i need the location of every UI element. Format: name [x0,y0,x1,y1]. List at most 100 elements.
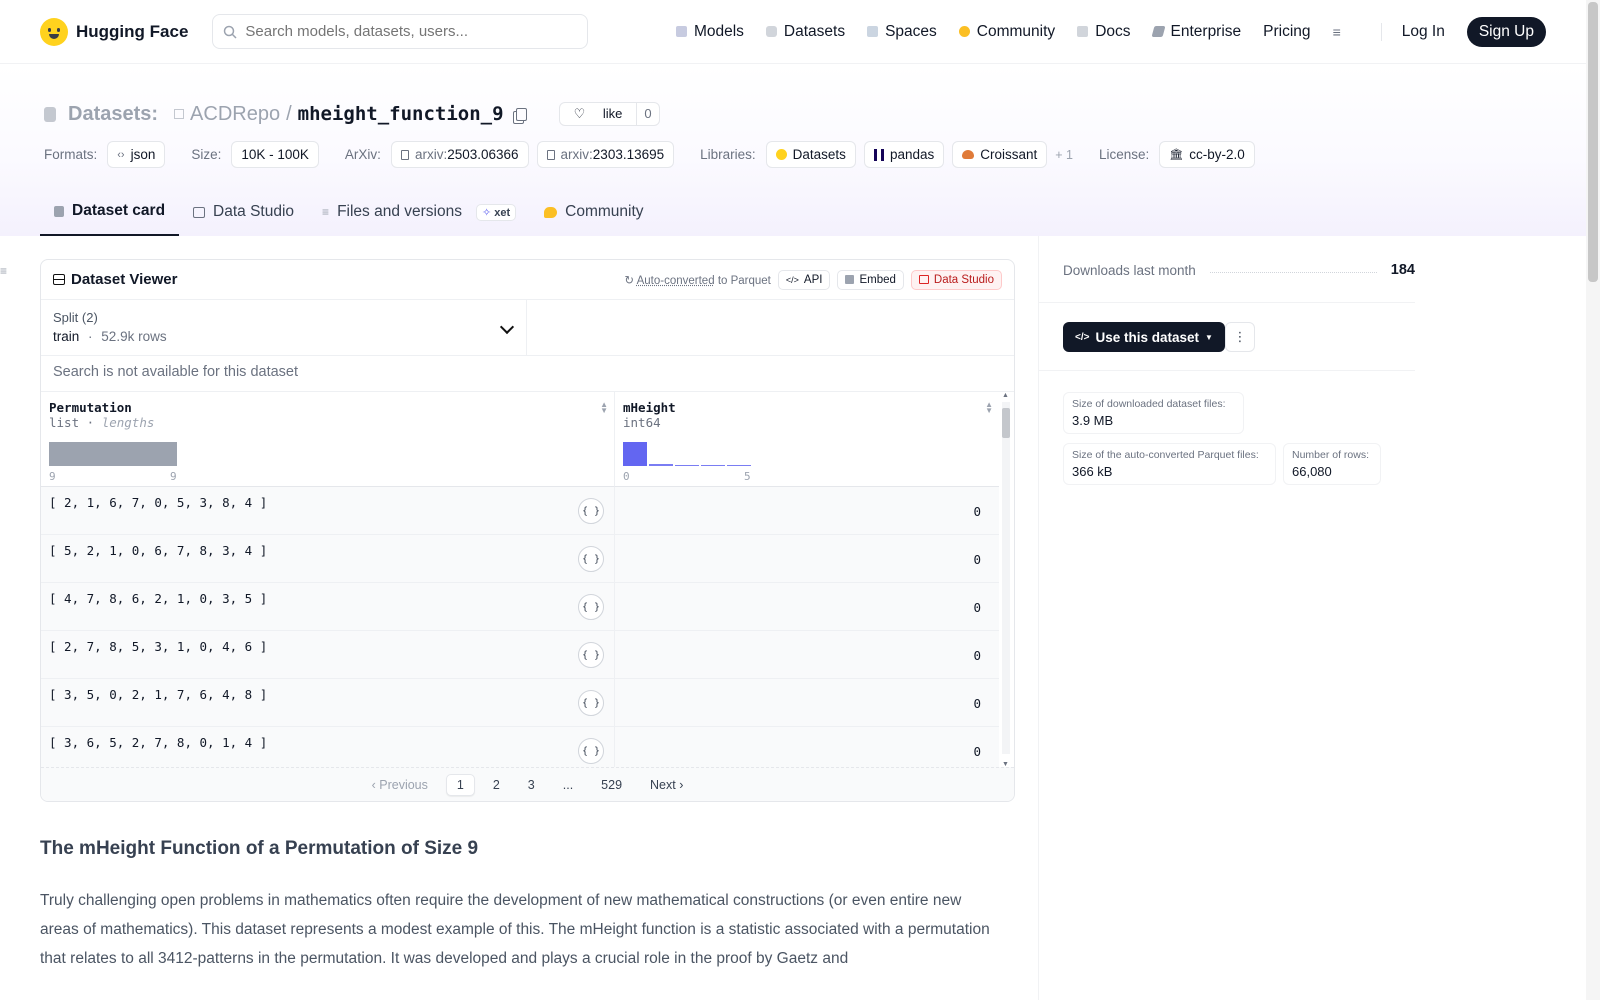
histogram-bar[interactable] [623,442,647,466]
brand-logo-link[interactable]: Hugging Face [40,17,188,46]
histogram-bar[interactable] [675,465,699,466]
dataset-card-content: The mHeight Function of a Permutation of… [40,838,990,973]
table-row[interactable]: [ 5, 2, 1, 0, 6, 7, 8, 3, 4 ] { } 0 [41,535,999,583]
arxiv-tag-1[interactable]: arxiv: 2503.06366 [390,141,529,168]
cell-mheight[interactable]: 0 [973,504,981,519]
viewer-header: Dataset Viewer ↻ Auto-converted to Parqu… [41,260,1014,300]
json-view-icon[interactable]: { } [578,594,604,620]
search-box[interactable] [212,14,589,49]
nav-enterprise[interactable]: Enterprise [1151,23,1241,41]
like-button[interactable]: ♡ like 0 [558,102,660,126]
sort-icon[interactable]: ▲ ▼ [600,401,608,415]
table-row[interactable]: [ 3, 6, 5, 2, 7, 8, 0, 1, 4 ] { } 0 [41,727,999,768]
table-row[interactable]: [ 3, 5, 0, 2, 1, 7, 6, 4, 8 ] { } 0 [41,679,999,727]
cell-permutation[interactable]: [ 3, 5, 0, 2, 1, 7, 6, 4, 8 ] { } [41,679,615,726]
table-row[interactable]: [ 2, 7, 8, 5, 3, 1, 0, 4, 6 ] { } 0 [41,631,999,679]
tab-data-studio[interactable]: Data Studio [179,188,308,236]
histogram-bar[interactable] [649,464,673,466]
page-scrollbar[interactable] [1586,0,1600,1000]
library-croissant-tag[interactable]: Croissant [952,141,1048,168]
data-studio-button[interactable]: Data Studio [910,269,1002,290]
library-pandas-tag[interactable]: pandas [863,141,945,168]
json-view-icon[interactable]: { } [578,498,604,524]
tab-dataset-card[interactable]: Dataset card [40,188,180,236]
histogram-permutation[interactable] [49,442,177,466]
dataset-title-row: Datasets: ACDRepo / mheight_function_9 ♡… [44,102,660,126]
nav-community[interactable]: Community [958,23,1055,41]
sidebar-toggle-icon[interactable]: ≡ [0,264,9,278]
json-view-icon[interactable]: { } [578,738,604,764]
scroll-up-icon[interactable]: ▲ [1002,392,1009,399]
cell-permutation[interactable]: [ 4, 7, 8, 6, 2, 1, 0, 3, 5 ] { } [41,583,615,630]
more-options-button[interactable]: ⋮ [1225,322,1255,352]
arxiv-id-1: 2503.06366 [447,147,519,162]
more-menu-icon[interactable]: ≡ [1333,24,1341,40]
page-2-button[interactable]: 2 [483,775,510,795]
split-rows: 52.9k rows [101,329,167,344]
table-row[interactable]: [ 2, 1, 6, 7, 0, 5, 3, 8, 4 ] { } 0 [41,487,999,535]
nav-datasets-label: Datasets [783,22,846,40]
histogram-mheight[interactable] [623,442,753,466]
datasets-breadcrumb[interactable]: Datasets: [68,103,158,126]
page-last-button[interactable]: 529 [591,775,632,795]
cell-mheight[interactable]: 0 [973,696,981,711]
cell-permutation[interactable]: [ 2, 1, 6, 7, 0, 5, 3, 8, 4 ] { } [41,487,615,534]
license-tag[interactable]: 🏛 cc-by-2.0 [1159,141,1255,168]
embed-button[interactable]: Embed [837,269,904,290]
histogram-bar[interactable] [701,465,725,466]
page-1-button[interactable]: 1 [445,773,475,796]
stat2-label: Size of the auto-converted Parquet files… [1072,449,1259,461]
page-3-button[interactable]: 3 [518,775,545,795]
tab-community[interactable]: Community [530,188,657,236]
use-dataset-label: Use this dataset [1095,329,1200,345]
json-view-icon[interactable]: { } [578,642,604,668]
signup-button[interactable]: Sign Up [1466,16,1546,47]
cell-permutation[interactable]: [ 5, 2, 1, 0, 6, 7, 8, 3, 4 ] { } [41,535,615,582]
nav-pricing[interactable]: Pricing [1263,23,1310,41]
to-parquet-text: to Parquet [717,274,771,287]
tab-files-versions[interactable]: ≡ Files and versions ✧ xet [308,188,530,236]
use-this-dataset-button[interactable]: </> Use this dataset ▼ [1063,322,1225,352]
cell-mheight[interactable]: 0 [973,600,981,615]
json-view-icon[interactable]: { } [578,546,604,572]
format-tag-json[interactable]: ‹› json [107,141,166,168]
auto-converted-link[interactable]: Auto-converted [637,275,715,287]
search-unavailable-text: Search is not available for this dataset [41,356,1014,392]
cell-permutation[interactable]: [ 3, 6, 5, 2, 7, 8, 0, 1, 4 ] { } [41,727,615,768]
cell-mheight[interactable]: 0 [973,744,981,759]
cube-icon [54,205,64,217]
next-page-button[interactable]: Next › [640,775,693,795]
table-scrollbar[interactable]: ▲ ▼ [998,392,1014,768]
arxiv-prefix: arxiv: [560,147,593,162]
size-tag[interactable]: 10K - 100K [231,141,319,168]
arxiv-tag-2[interactable]: arxiv: 2303.13695 [536,141,675,168]
page-scrollbar-thumb[interactable] [1588,2,1598,282]
nav-datasets[interactable]: Datasets [765,22,846,41]
cell-permutation[interactable]: [ 2, 7, 8, 5, 3, 1, 0, 4, 6 ] { } [41,631,615,678]
library-datasets-tag[interactable]: Datasets [765,141,856,168]
lib-pandas-label: pandas [889,147,935,162]
search-input[interactable] [245,23,546,40]
nav-models[interactable]: Models [675,23,744,41]
cell-mheight[interactable]: 0 [973,552,981,567]
tab-files-label: Files and versions [337,203,462,220]
tags-row: Formats: ‹› json Size: 10K - 100K ArXiv: … [44,141,1255,168]
more-libraries-link[interactable]: + 1 [1055,148,1073,162]
json-view-icon[interactable]: { } [578,690,604,716]
previous-page-button[interactable]: ‹ Previous [362,775,438,795]
column-header-mheight[interactable]: mHeight int64 ▲ ▼ 0 5 [615,392,999,487]
split-select[interactable]: Split (2) train · 52.9k rows [41,300,527,355]
nav-pricing-label: Pricing [1263,22,1311,40]
nav-spaces[interactable]: Spaces [867,23,937,41]
login-link[interactable]: Log In [1380,22,1445,41]
table-row[interactable]: [ 4, 7, 8, 6, 2, 1, 0, 3, 5 ] { } 0 [41,583,999,631]
column-header-permutation[interactable]: Permutation list · lengths ▲ ▼ 9 9 [41,392,615,487]
copy-icon[interactable] [515,107,527,121]
sort-icon[interactable]: ▲ ▼ [985,401,993,415]
histogram-bar[interactable] [727,465,751,466]
nav-docs[interactable]: Docs [1077,23,1131,41]
cell-mheight[interactable]: 0 [973,648,981,663]
owner-link[interactable]: ACDRepo [190,103,280,126]
api-button[interactable]: </> API [777,269,831,290]
code-icon: </> [785,274,799,285]
